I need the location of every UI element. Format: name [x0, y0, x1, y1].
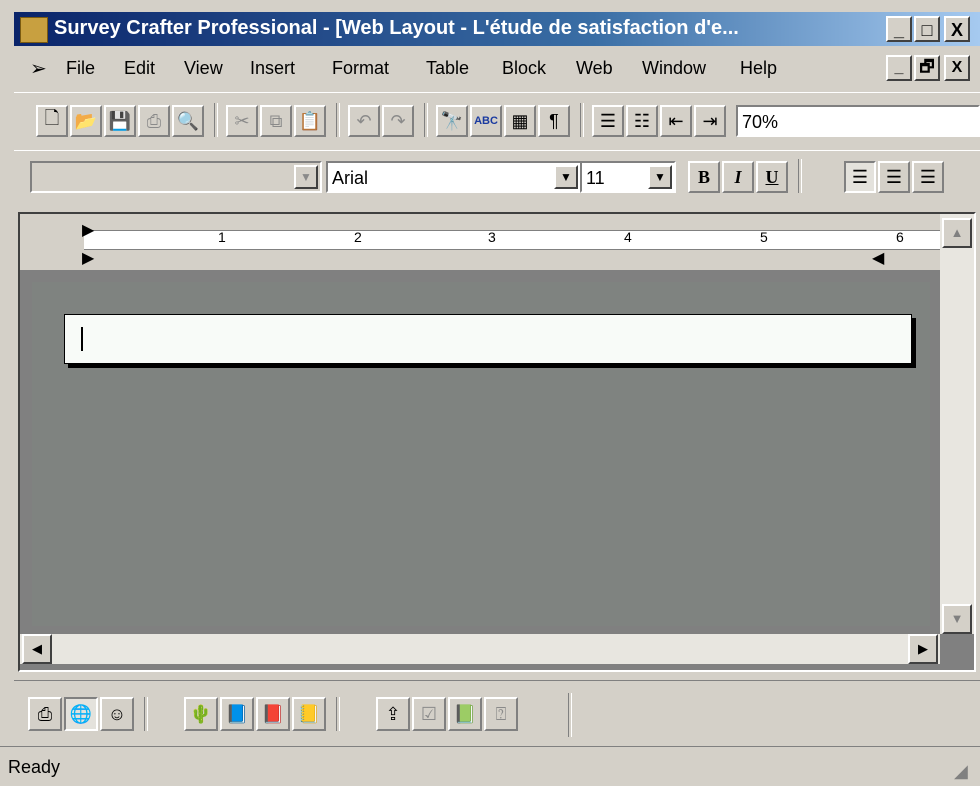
spelling-icon[interactable]: ABC — [470, 105, 502, 137]
menu-edit[interactable]: Edit — [124, 58, 155, 79]
menu-help[interactable]: Help — [740, 58, 777, 79]
web-layout-icon[interactable]: 🌐 — [64, 697, 98, 731]
align-left-icon[interactable]: ☰ — [844, 161, 876, 193]
decrease-indent-icon[interactable]: ⇤ — [660, 105, 692, 137]
horizontal-scrollbar[interactable]: ◀ ▶ — [20, 634, 940, 664]
ruler-strip: 1 2 3 4 5 6 — [84, 229, 940, 250]
help-context-icon[interactable]: ⍰ — [484, 697, 518, 731]
menu-window[interactable]: Window — [642, 58, 706, 79]
scroll-left-button[interactable]: ◀ — [22, 634, 52, 664]
app-icon[interactable] — [20, 17, 48, 43]
toolbar-separator — [424, 103, 428, 137]
block-2-icon[interactable]: 📕 — [256, 697, 290, 731]
redo-icon[interactable]: ↷ — [382, 105, 414, 137]
doc-minimize-button[interactable]: _ — [886, 55, 912, 81]
maximize-button[interactable]: □ — [914, 16, 940, 42]
paste-icon[interactable]: 📋 — [294, 105, 326, 137]
window-title: Survey Crafter Professional - [Web Layou… — [54, 17, 739, 39]
insert-table-icon[interactable]: ▦ — [504, 105, 536, 137]
first-line-indent-marker[interactable]: ▶ — [82, 220, 94, 240]
chevron-down-icon[interactable]: ▼ — [648, 165, 672, 189]
left-indent-marker[interactable]: ▶ — [82, 248, 94, 268]
find-icon[interactable]: 🔭 — [436, 105, 468, 137]
view-toolbar: ⎙ 🌐 ☺ 🌵 📘 📕 📒 ⇪ ☑ 📗 ⍰ — [14, 680, 980, 739]
font-value: Arial — [332, 168, 369, 188]
print-preview-icon[interactable]: 🔍 — [172, 105, 204, 137]
toolbar-separator — [336, 103, 340, 137]
menu-bar: ➢ File Edit View Insert Format Table Blo… — [14, 50, 980, 86]
new-icon[interactable]: 🗋 — [36, 105, 68, 137]
toolbar-separator — [568, 693, 572, 737]
ruler-number: 1 — [218, 229, 226, 245]
check-icon[interactable]: ☑ — [412, 697, 446, 731]
italic-button[interactable]: I — [722, 161, 754, 193]
zoom-combo[interactable]: 70% — [736, 105, 980, 137]
ruler-number: 2 — [354, 229, 362, 245]
menu-view[interactable]: View — [184, 58, 223, 79]
scroll-right-button[interactable]: ▶ — [908, 634, 938, 664]
ruler-number: 3 — [488, 229, 496, 245]
underline-button[interactable]: U — [756, 161, 788, 193]
toolbar-separator — [214, 103, 218, 137]
print-layout-icon[interactable]: ⎙ — [28, 697, 62, 731]
chevron-down-icon[interactable]: ▼ — [554, 165, 578, 189]
doc-restore-button[interactable]: 🗗 — [914, 55, 940, 81]
font-size-combo[interactable]: 11 ▼ — [580, 161, 676, 193]
show-formatting-icon[interactable]: ¶ — [538, 105, 570, 137]
menu-format[interactable]: Format — [332, 58, 389, 79]
respondent-view-icon[interactable]: ☺ — [100, 697, 134, 731]
bold-button[interactable]: B — [688, 161, 720, 193]
block-3-icon[interactable]: 📒 — [292, 697, 326, 731]
document-menu-icon[interactable]: ➢ — [30, 56, 47, 81]
open-icon[interactable]: 📂 — [70, 105, 102, 137]
close-button[interactable]: X — [944, 16, 970, 42]
print-icon[interactable]: ⎙ — [138, 105, 170, 137]
copy-icon[interactable]: ⧉ — [260, 105, 292, 137]
ruler-number: 6 — [896, 229, 904, 245]
menu-web[interactable]: Web — [576, 58, 613, 79]
style-combo[interactable]: ▼ — [30, 161, 322, 193]
toolbar-separator — [336, 697, 340, 731]
bullets-icon[interactable]: ☷ — [626, 105, 658, 137]
help-book-icon[interactable]: 📗 — [448, 697, 482, 731]
text-caret — [81, 327, 83, 351]
toolbar-separator — [580, 103, 584, 137]
title-bar: Survey Crafter Professional - [Web Layou… — [14, 12, 980, 46]
align-right-icon[interactable]: ☰ — [912, 161, 944, 193]
zoom-value: 70% — [742, 112, 779, 132]
right-indent-marker[interactable]: ◀ — [872, 248, 884, 268]
menu-insert[interactable]: Insert — [250, 58, 295, 79]
font-size-value: 11 — [586, 168, 605, 188]
menu-table[interactable]: Table — [426, 58, 469, 79]
ruler-number: 5 — [760, 229, 768, 245]
align-center-icon[interactable]: ☰ — [878, 161, 910, 193]
scroll-up-button[interactable]: ▲ — [942, 218, 972, 248]
status-text: Ready — [8, 757, 61, 777]
chevron-down-icon[interactable]: ▼ — [294, 165, 318, 189]
standard-toolbar: 🗋 📂 💾 ⎙ 🔍 ✂ ⧉ 📋 ↶ ↷ 🔭 ABC ▦ ¶ ☰ ☷ ⇤ ⇥ 70… — [14, 92, 980, 145]
toolbar-separator — [798, 159, 802, 193]
undo-icon[interactable]: ↶ — [348, 105, 380, 137]
toolbar-separator — [144, 697, 148, 731]
increase-indent-icon[interactable]: ⇥ — [694, 105, 726, 137]
menu-file[interactable]: File — [66, 58, 95, 79]
scroll-down-button[interactable]: ▼ — [942, 604, 972, 634]
vertical-scrollbar[interactable]: ▲ ▼ — [940, 214, 974, 634]
format-toolbar: ▼ Arial ▼ 11 ▼ B I U ☰ ☰ ☰ — [14, 150, 980, 203]
menu-block[interactable]: Block — [502, 58, 546, 79]
status-bar: Ready ◢ — [0, 746, 980, 786]
block-1-icon[interactable]: 📘 — [220, 697, 254, 731]
minimize-button[interactable]: _ — [886, 16, 912, 42]
font-combo[interactable]: Arial ▼ — [326, 161, 582, 193]
ruler-number: 4 — [624, 229, 632, 245]
save-icon[interactable]: 💾 — [104, 105, 136, 137]
export-icon[interactable]: ⇪ — [376, 697, 410, 731]
insert-image-icon[interactable]: 🌵 — [184, 697, 218, 731]
doc-close-button[interactable]: X — [944, 55, 970, 81]
text-block[interactable] — [64, 314, 912, 364]
cut-icon[interactable]: ✂ — [226, 105, 258, 137]
numbering-icon[interactable]: ☰ — [592, 105, 624, 137]
ruler: 1 2 3 4 5 6 ▶ ▶ ◀ — [20, 214, 940, 270]
resize-grip-icon[interactable]: ◢ — [954, 761, 968, 782]
